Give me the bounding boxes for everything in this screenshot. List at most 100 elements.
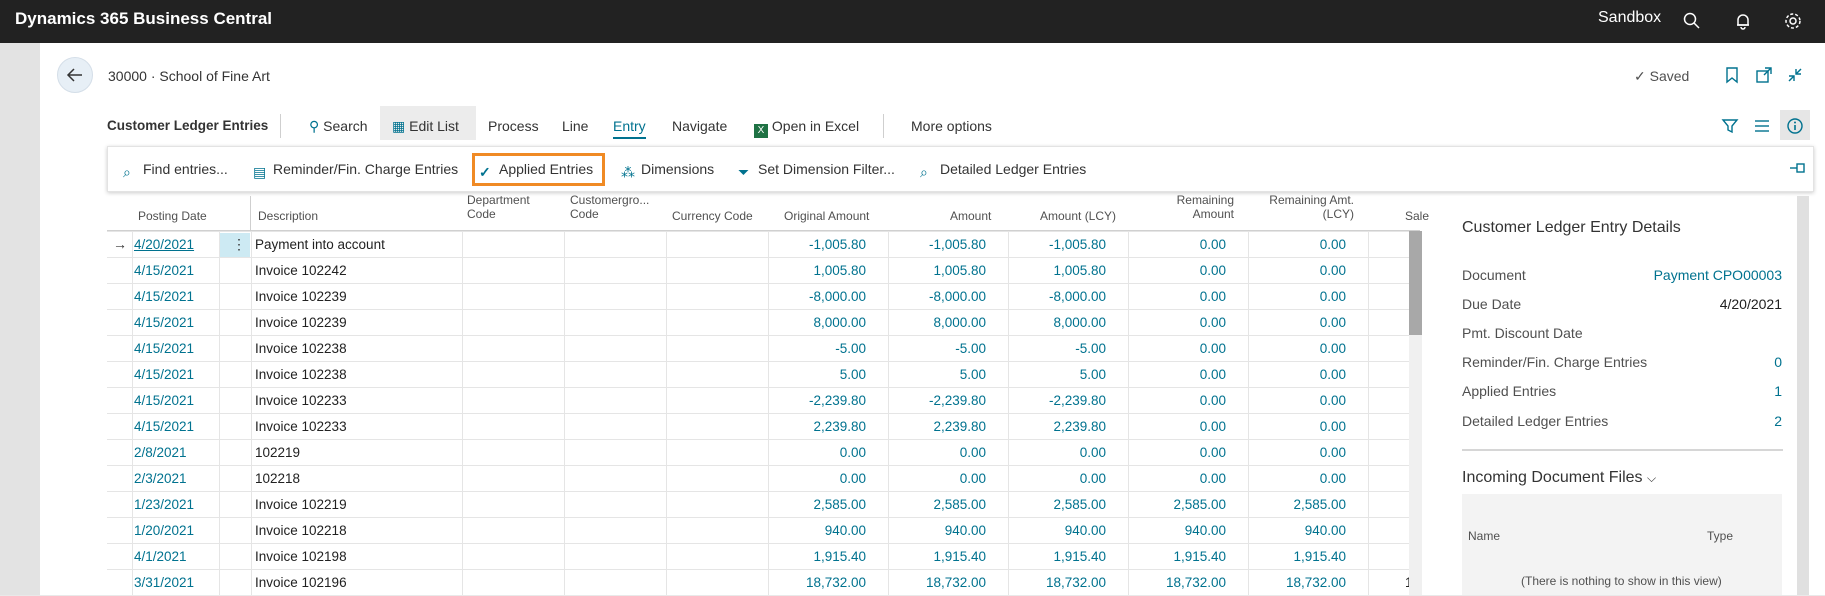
amt-cell[interactable]: 1,915.40 (933, 549, 986, 564)
rem-cell[interactable]: 0.00 (1200, 289, 1226, 304)
remlcy-cell[interactable]: 0.00 (1320, 367, 1346, 382)
table-row[interactable]: 2/8/2021 102219 0.00 0.00 0.00 0.00 0.00 (107, 439, 1420, 466)
amt-cell[interactable]: 18,732.00 (926, 575, 986, 590)
incoming-document-files-header[interactable]: Incoming Document Files ⌵ (1462, 469, 1656, 487)
tab-navigate[interactable]: Navigate (672, 118, 727, 134)
orig-cell[interactable]: 0.00 (840, 445, 866, 460)
remlcy-cell[interactable]: 940.00 (1305, 523, 1346, 538)
edit-list-button[interactable]: ▦ Edit List (392, 118, 459, 135)
amt-cell[interactable]: 0.00 (960, 445, 986, 460)
lcy-cell[interactable]: 1,915.40 (1053, 549, 1106, 564)
rem-cell[interactable]: 940.00 (1185, 523, 1226, 538)
remlcy-cell[interactable]: 0.00 (1320, 315, 1346, 330)
amt-cell[interactable]: 5.00 (960, 367, 986, 382)
rem-cell[interactable]: 0.00 (1200, 237, 1226, 252)
col-sales-partial[interactable]: Sale (1405, 209, 1429, 223)
col-amount-lcy[interactable]: Amount (LCY) (1040, 209, 1116, 223)
table-row[interactable]: 2/3/2021 102218 0.00 0.00 0.00 0.00 0.00 (107, 465, 1420, 492)
table-row[interactable]: 1/20/2021 Invoice 102218 940.00 940.00 940.0… (107, 517, 1420, 544)
col-department-code[interactable]: Department Code (467, 193, 530, 221)
lcy-cell[interactable]: 0.00 (1080, 471, 1106, 486)
orig-cell[interactable]: -2,239.80 (809, 393, 866, 408)
orig-cell[interactable]: 18,732.00 (806, 575, 866, 590)
posting-date-cell[interactable]: 4/15/2021 (134, 315, 194, 330)
lcy-cell[interactable]: 5.00 (1080, 367, 1106, 382)
col-original-amount[interactable]: Original Amount (784, 209, 869, 223)
orig-cell[interactable]: 1,915.40 (813, 549, 866, 564)
remlcy-cell[interactable]: 0.00 (1320, 263, 1346, 278)
posting-date-cell[interactable]: 1/23/2021 (134, 497, 194, 512)
amt-cell[interactable]: 2,239.80 (933, 419, 986, 434)
col-currency-code[interactable]: Currency Code (672, 209, 753, 223)
remlcy-cell[interactable]: 18,732.00 (1286, 575, 1346, 590)
rem-cell[interactable]: 0.00 (1200, 315, 1226, 330)
tab-process[interactable]: Process (488, 118, 539, 134)
tab-entry[interactable]: Entry (613, 118, 646, 139)
posting-date-cell[interactable]: 4/15/2021 (134, 367, 194, 382)
table-row[interactable]: 4/1/2021 Invoice 102198 1,915.40 1,915.40 1,… (107, 543, 1420, 570)
lcy-cell[interactable]: -2,239.80 (1049, 393, 1106, 408)
applied-entries-value[interactable]: 1 (1774, 383, 1782, 399)
remlcy-cell[interactable]: 0.00 (1320, 237, 1346, 252)
info-icon[interactable] (1786, 117, 1804, 135)
remlcy-cell[interactable]: 1,915.40 (1293, 549, 1346, 564)
factbox-scroll-rail[interactable] (1797, 196, 1809, 595)
col-remaining-amount[interactable]: Remaining Amount (1130, 193, 1234, 221)
open-new-window-icon[interactable] (1755, 66, 1773, 84)
amt-cell[interactable]: -1,005.80 (929, 237, 986, 252)
collapse-icon[interactable] (1786, 66, 1804, 84)
rem-cell[interactable]: 0.00 (1200, 471, 1226, 486)
tab-line[interactable]: Line (562, 118, 588, 134)
back-button[interactable] (57, 57, 93, 93)
posting-date-cell[interactable]: 3/31/2021 (134, 575, 194, 590)
detailed-ledger-entries-value[interactable]: 2 (1774, 413, 1782, 429)
more-options-button[interactable]: More options (911, 118, 992, 134)
lcy-cell[interactable]: -8,000.00 (1049, 289, 1106, 304)
remlcy-cell[interactable]: 0.00 (1320, 341, 1346, 356)
table-row[interactable]: 4/15/2021 Invoice 102239 -8,000.00 -8,000.0… (107, 283, 1420, 310)
posting-date-cell[interactable]: 4/15/2021 (134, 289, 194, 304)
rem-cell[interactable]: 1,915.40 (1173, 549, 1226, 564)
col-customer-group-code[interactable]: Customergro... Code (570, 193, 649, 221)
document-value[interactable]: Payment CPO00003 (1654, 267, 1782, 283)
amt-cell[interactable]: 8,000.00 (933, 315, 986, 330)
posting-date-cell[interactable]: 4/20/2021 (134, 237, 194, 252)
incoming-col-name[interactable]: Name (1468, 529, 1500, 543)
orig-cell[interactable]: 940.00 (825, 523, 866, 538)
orig-cell[interactable]: 2,585.00 (813, 497, 866, 512)
posting-date-cell[interactable]: 2/8/2021 (134, 445, 187, 460)
remlcy-cell[interactable]: 0.00 (1320, 445, 1346, 460)
amt-cell[interactable]: -5.00 (955, 341, 986, 356)
find-entries-button[interactable]: ⌕ Find entries... (123, 161, 228, 180)
amt-cell[interactable]: 940.00 (945, 523, 986, 538)
lcy-cell[interactable]: -5.00 (1075, 341, 1106, 356)
rem-cell[interactable]: 0.00 (1200, 393, 1226, 408)
rem-cell[interactable]: 0.00 (1200, 419, 1226, 434)
rem-cell[interactable]: 18,732.00 (1166, 575, 1226, 590)
set-dimension-filter-button[interactable]: ⏷ Set Dimension Filter... (738, 161, 895, 180)
search-action[interactable]: ⚲ Search (309, 118, 368, 135)
remlcy-cell[interactable]: 0.00 (1320, 419, 1346, 434)
bookmark-icon[interactable] (1723, 66, 1741, 84)
posting-date-cell[interactable]: 1/20/2021 (134, 523, 194, 538)
table-row[interactable]: 4/15/2021 Invoice 102238 5.00 5.00 5.00 0.00 0… (107, 361, 1420, 388)
lcy-cell[interactable]: 940.00 (1065, 523, 1106, 538)
lcy-cell[interactable]: 0.00 (1080, 445, 1106, 460)
bell-icon[interactable] (1733, 11, 1753, 31)
orig-cell[interactable]: -1,005.80 (809, 237, 866, 252)
col-amount[interactable]: Amount (950, 209, 991, 223)
incoming-col-type[interactable]: Type (1707, 529, 1733, 543)
remlcy-cell[interactable]: 0.00 (1320, 471, 1346, 486)
posting-date-cell[interactable]: 4/15/2021 (134, 393, 194, 408)
table-row[interactable]: 1/23/2021 Invoice 102219 2,585.00 2,585.00 2… (107, 491, 1420, 518)
col-description[interactable]: Description (258, 209, 318, 223)
remlcy-cell[interactable]: 0.00 (1320, 393, 1346, 408)
posting-date-cell[interactable]: 4/1/2021 (134, 549, 187, 564)
pin-icon[interactable] (1789, 161, 1807, 175)
list-view-icon[interactable] (1753, 117, 1771, 135)
amt-cell[interactable]: 0.00 (960, 471, 986, 486)
table-row[interactable]: 4/15/2021 Invoice 102239 8,000.00 8,000.00 8… (107, 309, 1420, 336)
reminder-entries-value[interactable]: 0 (1774, 354, 1782, 370)
remlcy-cell[interactable]: 2,585.00 (1293, 497, 1346, 512)
table-row[interactable]: 4/15/2021 Invoice 102233 2,239.80 2,239.80 2… (107, 413, 1420, 440)
